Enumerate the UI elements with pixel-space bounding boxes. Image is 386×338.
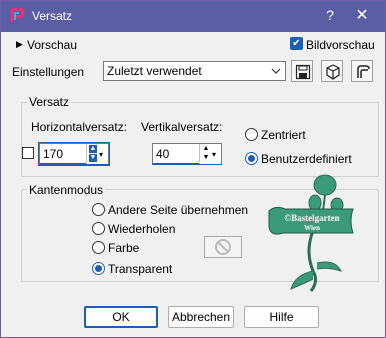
image-preview-checkbox[interactable]: ✔ [290, 37, 303, 50]
help-icon[interactable]: ? [323, 7, 337, 25]
horizontal-offset-label: Horizontalversatz: [31, 120, 128, 134]
radio-repeat-label: Wiederholen [108, 222, 176, 236]
radio-wrap[interactable] [92, 203, 105, 216]
vertical-offset-value: 40 [156, 147, 170, 161]
spin-down-icon[interactable]: ▼ [89, 154, 97, 162]
radio-repeat[interactable] [92, 222, 105, 235]
radio-wrap-label: Andere Seite übernehmen [108, 203, 249, 217]
preview-toggle[interactable]: Vorschau [27, 38, 77, 52]
preset-dropdown[interactable]: Zuletzt verwendet [103, 61, 286, 81]
link-offsets-checkbox[interactable] [22, 147, 34, 159]
image-preview-label: Bildvorschau [306, 38, 375, 52]
preset-value: Zuletzt verwendet [107, 64, 202, 78]
edge-mode-group-title: Kantenmodus [27, 183, 106, 197]
edge-color-swatch[interactable] [204, 236, 242, 258]
watermark-text-line2: Wien [304, 224, 320, 232]
help-button[interactable]: Hilfe [244, 306, 319, 328]
expand-arrow-icon[interactable]: ▶ [16, 39, 23, 50]
watermark-text-line1: ©Bastelgarten [284, 213, 339, 223]
horizontal-offset-input[interactable]: 170 ▲ ▼ ▾ [38, 142, 110, 166]
chevron-down-icon[interactable]: ▾ [212, 150, 216, 159]
close-icon[interactable]: ✕ [353, 7, 371, 25]
radio-custom[interactable] [245, 152, 258, 165]
radio-centered-label: Zentriert [261, 128, 306, 142]
preset-manager-button[interactable] [321, 60, 343, 82]
save-preset-button[interactable] [291, 60, 313, 82]
window-title: Versatz [32, 9, 73, 23]
vertical-offset-spinner[interactable]: ▲ ▼ ▾ [199, 144, 221, 164]
radio-color[interactable] [92, 241, 105, 254]
radio-color-label: Farbe [108, 241, 140, 255]
radio-custom-label: Benutzerdefiniert [261, 152, 352, 166]
title-bar: Versatz ? ✕ [1, 1, 385, 32]
spin-up-icon[interactable]: ▲ [89, 145, 97, 153]
radio-transparent-label: Transparent [108, 262, 173, 276]
ok-button[interactable]: OK [84, 306, 158, 328]
chevron-down-icon [270, 65, 282, 77]
spin-up-icon[interactable]: ▲ [202, 145, 210, 153]
radio-transparent[interactable] [92, 262, 105, 275]
horizontal-offset-spinner[interactable]: ▲ ▼ ▾ [86, 144, 108, 164]
offset-group-title: Versatz [27, 95, 72, 109]
vertical-offset-input[interactable]: 40 ▲ ▼ ▾ [152, 143, 222, 165]
dialog-window: Versatz ? ✕ ▶ Vorschau ✔ Bildvorschau Ei… [0, 0, 386, 338]
app-icon [9, 7, 25, 24]
chevron-down-icon[interactable]: ▾ [99, 150, 103, 159]
vertical-offset-label: Vertikalversatz: [141, 120, 223, 134]
horizontal-offset-value: 170 [43, 147, 64, 161]
reset-button[interactable] [351, 60, 373, 82]
cancel-button[interactable]: Abbrechen [168, 306, 234, 328]
radio-centered[interactable] [245, 128, 258, 141]
spin-down-icon[interactable]: ▼ [202, 154, 210, 162]
watermark-logo: ©Bastelgarten Wien [265, 171, 357, 301]
settings-label: Einstellungen [12, 65, 85, 79]
